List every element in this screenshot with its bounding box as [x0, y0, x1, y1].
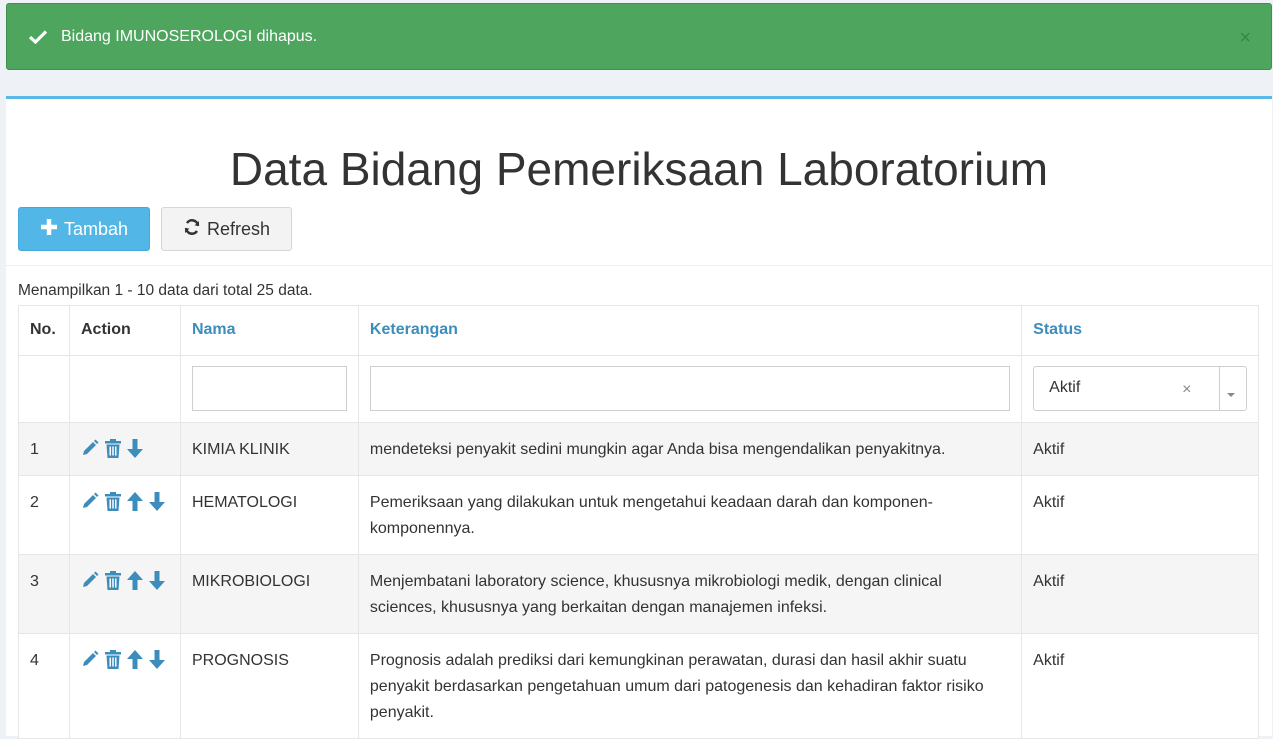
cell-status: Aktif — [1021, 554, 1259, 634]
filter-nama-input[interactable] — [191, 366, 347, 411]
filter-keterangan-input[interactable] — [369, 366, 1011, 411]
table-row: 4 PROGNOSIS Prognosis adalah prediksi dari… — [18, 633, 1259, 739]
row-actions — [81, 437, 169, 458]
table-row: 3 MIKROBIOLOGI Menjembatani laboratory sci… — [18, 554, 1259, 634]
filter-cell-empty — [18, 355, 70, 423]
add-button[interactable]: Tambah — [18, 207, 150, 251]
table-header-row: No. Action Nama Keterangan Status — [18, 305, 1259, 356]
filter-cell-empty — [68, 355, 181, 423]
arrow-down-icon[interactable] — [148, 571, 165, 590]
cell-action — [68, 422, 181, 476]
clear-icon[interactable]: × — [1182, 377, 1191, 403]
header-no: No. — [18, 305, 70, 356]
table-row: 1 KIMIA KLINIK mendeteksi penyakit sedini … — [18, 422, 1259, 476]
refresh-button[interactable]: Refresh — [161, 207, 292, 251]
filter-cell-nama — [179, 355, 359, 423]
select-separator — [1219, 367, 1221, 410]
cell-status: Aktif — [1021, 633, 1259, 739]
table-row: 2 HEMATOLOGI Pemeriksaan yang dilakukan un… — [18, 475, 1259, 555]
cell-action — [68, 554, 181, 634]
cell-nama: PROGNOSIS — [179, 633, 359, 739]
trash-icon[interactable] — [104, 439, 121, 458]
pagination-summary: Menampilkan 1 - 10 data dari total 25 da… — [18, 282, 313, 299]
header-action: Action — [68, 305, 181, 356]
header-status[interactable]: Status — [1021, 305, 1259, 356]
success-alert: Bidang IMUNOSEROLOGI dihapus. × — [6, 3, 1272, 70]
trash-icon[interactable] — [104, 492, 121, 511]
page-title: Data Bidang Pemeriksaan Laboratorium — [229, 143, 1049, 195]
row-actions — [81, 648, 169, 669]
cell-keterangan: mendeteksi penyakit sedini mungkin agar … — [357, 422, 1023, 476]
cell-nama: KIMIA KLINIK — [179, 422, 359, 476]
cell-nama: HEMATOLOGI — [179, 475, 359, 555]
alert-message: Bidang IMUNOSEROLOGI dihapus. — [61, 27, 318, 45]
add-button-label: Tambah — [63, 218, 129, 239]
filter-row: Aktif × — [18, 355, 1259, 423]
arrow-down-icon[interactable] — [148, 492, 165, 511]
cell-no: 1 — [18, 422, 70, 476]
header-keterangan[interactable]: Keterangan — [357, 305, 1023, 356]
arrow-down-icon[interactable] — [148, 650, 165, 669]
close-icon[interactable]: × — [1239, 28, 1251, 48]
content-box: Data Bidang Pemeriksaan Laboratorium Tam… — [6, 96, 1272, 739]
filter-cell-keterangan — [357, 355, 1023, 423]
arrow-up-icon[interactable] — [126, 571, 143, 590]
cell-no: 2 — [18, 475, 70, 555]
pencil-icon[interactable] — [81, 650, 99, 669]
arrow-up-icon[interactable] — [126, 650, 143, 669]
check-icon — [29, 27, 51, 47]
cell-status: Aktif — [1021, 422, 1259, 476]
status-filter-select[interactable]: Aktif × — [1033, 366, 1247, 411]
plus-icon — [40, 218, 58, 241]
row-actions — [81, 490, 169, 511]
cell-no: 4 — [18, 633, 70, 739]
row-actions — [81, 569, 169, 590]
trash-icon[interactable] — [104, 650, 121, 669]
arrow-up-icon[interactable] — [126, 492, 143, 511]
status-filter-value: Aktif — [1049, 379, 1081, 396]
refresh-icon — [183, 218, 201, 241]
pencil-icon[interactable] — [81, 571, 99, 590]
pencil-icon[interactable] — [81, 439, 99, 458]
cell-keterangan: Pemeriksaan yang dilakukan untuk mengeta… — [357, 475, 1023, 555]
cell-nama: MIKROBIOLOGI — [179, 554, 359, 634]
cell-keterangan: Prognosis adalah prediksi dari kemungkin… — [357, 633, 1023, 739]
cell-keterangan: Menjembatani laboratory science, khususn… — [357, 554, 1023, 634]
caret-down-icon[interactable] — [1226, 381, 1236, 407]
divider — [6, 265, 1272, 266]
cell-action — [68, 633, 181, 739]
trash-icon[interactable] — [104, 571, 121, 590]
header-nama[interactable]: Nama — [179, 305, 359, 356]
cell-action — [68, 475, 181, 555]
pencil-icon[interactable] — [81, 492, 99, 511]
data-table: No. Action Nama Keterangan Status Aktif … — [18, 305, 1259, 739]
cell-status: Aktif — [1021, 475, 1259, 555]
filter-cell-status: Aktif × — [1021, 355, 1259, 423]
refresh-button-label: Refresh — [206, 218, 271, 239]
cell-no: 3 — [18, 554, 70, 634]
arrow-down-icon[interactable] — [126, 439, 143, 458]
